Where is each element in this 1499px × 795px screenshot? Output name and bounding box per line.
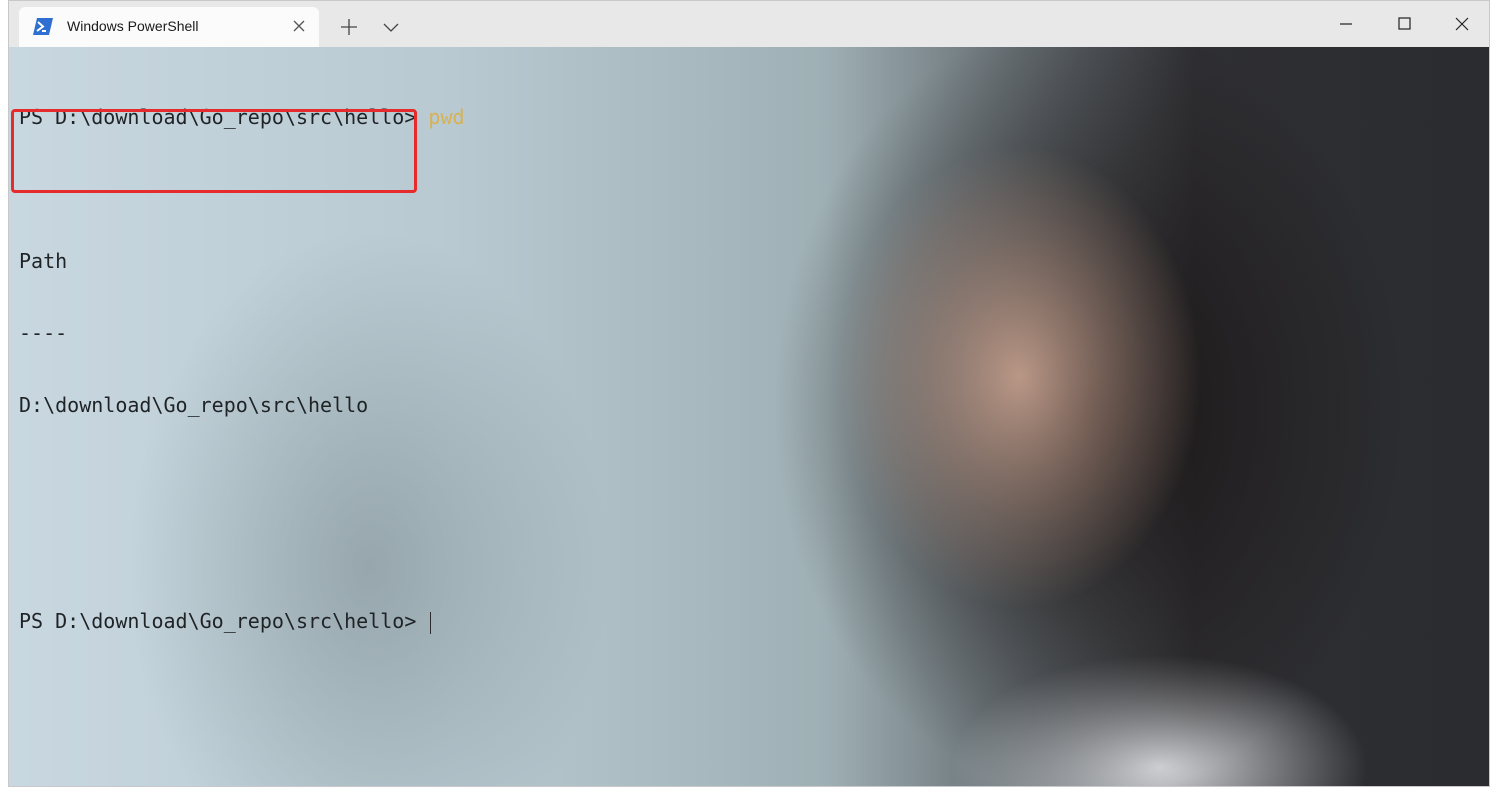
terminal-output: PS D:\download\Go_repo\src\hello> pwd Pa…	[11, 57, 465, 705]
powershell-window: Windows PowerShell PS D:\download\Go_rep…	[8, 0, 1490, 787]
output-separator: ----	[19, 321, 68, 345]
highlight-annotation	[11, 109, 417, 193]
terminal-pane[interactable]: PS D:\download\Go_repo\src\hello> pwd Pa…	[9, 47, 1489, 786]
plus-icon	[341, 19, 357, 35]
minimize-icon	[1340, 23, 1352, 25]
prompt-line-2: PS D:\download\Go_repo\src\hello>	[19, 609, 465, 634]
close-button[interactable]	[1439, 9, 1485, 39]
command-text: pwd	[428, 105, 465, 129]
new-tab-button[interactable]	[335, 14, 363, 40]
text-cursor	[430, 611, 432, 634]
minimize-button[interactable]	[1323, 9, 1369, 39]
tab-windows-powershell[interactable]: Windows PowerShell	[19, 7, 319, 47]
tab-dropdown-button[interactable]	[377, 14, 405, 40]
chevron-down-icon	[383, 23, 399, 32]
powershell-icon	[33, 18, 53, 35]
output-path: D:\download\Go_repo\src\hello	[19, 393, 369, 417]
close-icon	[1455, 17, 1469, 31]
maximize-button[interactable]	[1381, 9, 1427, 39]
prompt-text: PS D:\download\Go_repo\src\hello>	[19, 609, 429, 633]
tab-close-icon[interactable]	[289, 16, 309, 36]
maximize-icon	[1398, 17, 1411, 30]
output-header: Path	[19, 249, 68, 273]
title-bar[interactable]: Windows PowerShell	[9, 1, 1489, 47]
tab-title: Windows PowerShell	[67, 18, 199, 34]
